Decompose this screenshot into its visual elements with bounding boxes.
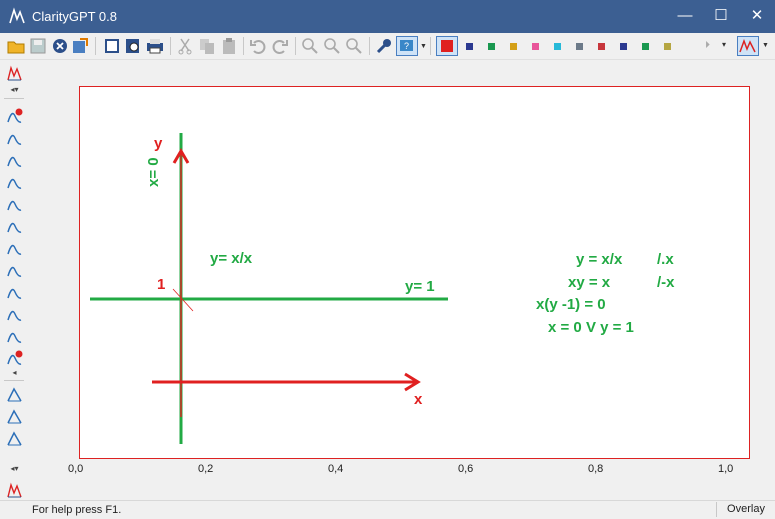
color-swatch[interactable] bbox=[664, 43, 671, 50]
label-y-eq-x-over-x: y= x/x bbox=[210, 250, 253, 267]
toolbar-separator bbox=[369, 37, 370, 55]
overlay-dropdown-icon[interactable]: ▼ bbox=[762, 42, 769, 49]
color-swatch[interactable] bbox=[642, 43, 649, 50]
title-bar: ClarityGPT 0.8 — ☐ ✕ bbox=[0, 0, 775, 33]
left-scroll-icon[interactable]: ◂ bbox=[6, 368, 23, 377]
zoom-out-icon[interactable] bbox=[345, 37, 363, 55]
derivation-line-3: x(y -1) = 0 bbox=[536, 296, 606, 313]
plot-area: y x 1 x= 0 y= 1 y= x/x y = x/x /.x xy = … bbox=[28, 60, 775, 500]
peak-icon[interactable] bbox=[6, 386, 23, 403]
peak-icon[interactable] bbox=[6, 217, 23, 234]
color-swatch[interactable] bbox=[466, 43, 473, 50]
peak-remove-icon[interactable] bbox=[6, 107, 23, 124]
export-icon[interactable] bbox=[71, 37, 89, 55]
color-swatch[interactable] bbox=[576, 43, 583, 50]
status-help-text: For help press F1. bbox=[32, 504, 122, 516]
help-icon[interactable]: ? bbox=[396, 36, 418, 56]
svg-text:?: ? bbox=[404, 41, 409, 51]
wave-peak-icon[interactable] bbox=[6, 327, 23, 344]
toolbar-separator bbox=[170, 37, 171, 55]
color-red-selected[interactable] bbox=[436, 36, 458, 56]
toolbar-separator bbox=[430, 37, 431, 55]
status-bar: For help press F1. Overlay bbox=[0, 500, 775, 519]
cut-icon[interactable] bbox=[176, 37, 194, 55]
left-scroll-icon[interactable]: ◂▾ bbox=[6, 85, 23, 94]
peak-fit-icon[interactable] bbox=[6, 65, 23, 82]
point-label-one: 1 bbox=[157, 276, 166, 293]
swatch-scroll-icon[interactable]: ⏵ bbox=[705, 40, 710, 51]
x-tick-label: 0,8 bbox=[588, 463, 604, 475]
x-tick-label: 0,2 bbox=[198, 463, 214, 475]
peak-fit-icon[interactable] bbox=[6, 482, 23, 499]
left-toolbar: ◂▾ ◂ ◂▾ bbox=[0, 60, 28, 500]
y-axis-label: y bbox=[154, 135, 163, 152]
status-mode: Overlay bbox=[716, 502, 775, 517]
close-button[interactable]: ✕ bbox=[739, 0, 775, 33]
peak-icon[interactable] bbox=[6, 129, 23, 146]
color-swatch[interactable] bbox=[510, 43, 517, 50]
color-swatch[interactable] bbox=[620, 43, 627, 50]
maximize-button[interactable]: ☐ bbox=[703, 0, 739, 33]
x-tick-label: 0,6 bbox=[458, 463, 474, 475]
print-preview-icon[interactable] bbox=[124, 37, 142, 55]
copy-icon[interactable] bbox=[198, 37, 216, 55]
x-tick-label: 0,4 bbox=[328, 463, 344, 475]
toolbar-separator bbox=[295, 37, 296, 55]
paste-icon[interactable] bbox=[220, 37, 238, 55]
minimize-button[interactable]: — bbox=[667, 0, 703, 33]
open-folder-icon[interactable] bbox=[7, 37, 25, 55]
redo-icon[interactable] bbox=[271, 37, 289, 55]
x-axis-label: x bbox=[414, 391, 423, 408]
help-dropdown-arrow-icon[interactable]: ▼ bbox=[420, 43, 427, 50]
peak-icon[interactable] bbox=[6, 239, 23, 256]
color-swatch[interactable] bbox=[554, 43, 561, 50]
zoom-in-icon[interactable] bbox=[301, 37, 319, 55]
peak-icon[interactable] bbox=[6, 430, 23, 447]
save-icon[interactable] bbox=[29, 37, 47, 55]
zoom-fit-icon[interactable] bbox=[323, 37, 341, 55]
close-doc-icon[interactable] bbox=[51, 37, 69, 55]
wave-peak-icon[interactable] bbox=[6, 283, 23, 300]
derivation-line-4: x = 0 V y = 1 bbox=[548, 319, 634, 336]
undo-icon[interactable] bbox=[249, 37, 267, 55]
peak-remove-icon[interactable] bbox=[6, 349, 23, 366]
step-peak-icon[interactable] bbox=[6, 173, 23, 190]
main-toolbar: ? ▼ ⏵ ▾ ▼ bbox=[0, 33, 775, 60]
color-swatch[interactable] bbox=[598, 43, 605, 50]
plot-frame[interactable]: y x 1 x= 0 y= 1 y= x/x y = x/x /.x xy = … bbox=[79, 86, 750, 459]
print-icon[interactable] bbox=[146, 37, 164, 55]
color-swatch[interactable] bbox=[488, 43, 495, 50]
derivation-note-1: /.x bbox=[657, 251, 674, 268]
derivation-line-1: y = x/x bbox=[576, 251, 623, 268]
swatch-dropdown-icon[interactable]: ▾ bbox=[722, 40, 726, 49]
derivation-note-2: /-x bbox=[657, 274, 675, 291]
wrench-icon[interactable] bbox=[375, 37, 393, 55]
label-y-eq-1: y= 1 bbox=[405, 278, 435, 295]
toolbar-separator bbox=[243, 37, 244, 55]
toolbar-separator bbox=[4, 380, 24, 381]
x-tick-label: 1,0 bbox=[718, 463, 734, 475]
left-scroll-icon[interactable]: ◂▾ bbox=[6, 464, 23, 473]
wave-peak-icon[interactable] bbox=[6, 305, 23, 322]
label-x-eq-0: x= 0 bbox=[145, 157, 162, 187]
symmetric-peak-icon[interactable] bbox=[6, 261, 23, 278]
peak-icon[interactable] bbox=[6, 151, 23, 168]
toolbar-separator bbox=[4, 98, 24, 99]
app-logo-icon bbox=[9, 7, 25, 24]
peak-icon[interactable] bbox=[6, 408, 23, 425]
gallery-icon[interactable] bbox=[103, 37, 121, 55]
x-tick-label: 0,0 bbox=[68, 463, 84, 475]
color-swatch[interactable] bbox=[532, 43, 539, 50]
window-title: ClarityGPT 0.8 bbox=[32, 9, 118, 24]
peak-icon[interactable] bbox=[6, 195, 23, 212]
derivation-line-2: xy = x bbox=[568, 274, 611, 291]
overlay-icon[interactable] bbox=[737, 36, 759, 56]
toolbar-separator bbox=[95, 37, 96, 55]
